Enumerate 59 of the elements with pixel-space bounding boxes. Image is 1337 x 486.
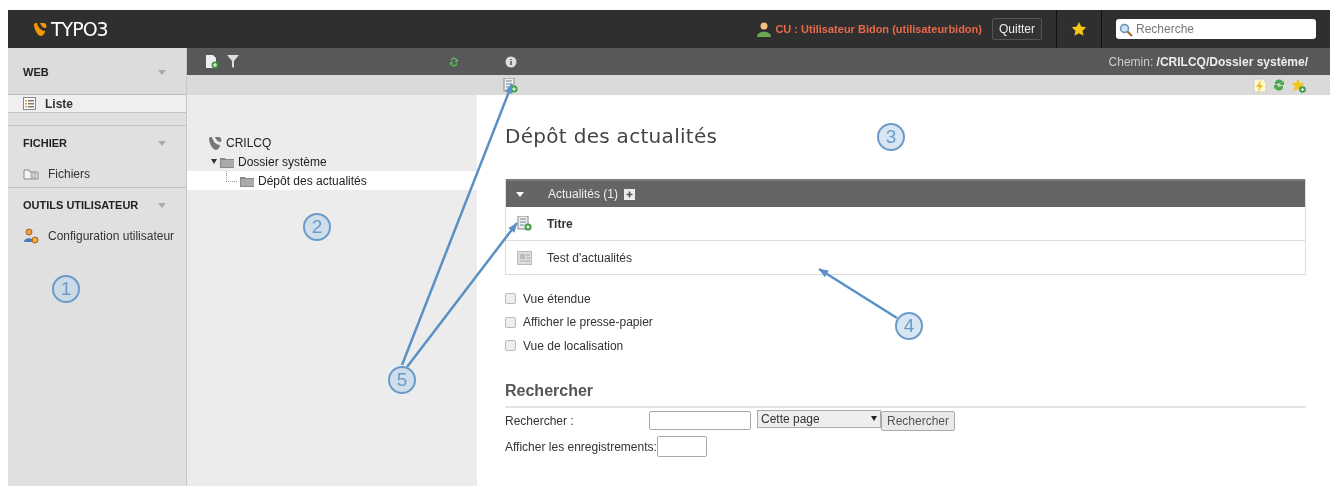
- caret-icon[interactable]: [158, 69, 166, 75]
- star-plus-icon[interactable]: [1291, 77, 1306, 93]
- new-page-icon[interactable]: [205, 54, 219, 69]
- tree-node[interactable]: Dossier système: [187, 152, 477, 171]
- search-field[interactable]: Recherche: [1116, 19, 1316, 39]
- logout-button[interactable]: Quitter: [992, 18, 1042, 40]
- table-title: Actualités (1): [548, 187, 619, 201]
- checkbox[interactable]: [505, 340, 516, 352]
- search-input[interactable]: [649, 411, 751, 430]
- page-lightning-icon[interactable]: [1253, 77, 1267, 93]
- site-icon: [207, 134, 223, 151]
- folder-icon: [240, 174, 255, 187]
- add-icon[interactable]: [624, 188, 636, 200]
- group-title[interactable]: FICHIER: [23, 137, 67, 149]
- field-label: Rechercher :: [505, 413, 575, 428]
- collapse-icon[interactable]: [516, 191, 524, 197]
- callout-number: 5: [388, 366, 416, 394]
- typo3-logo-icon: [32, 21, 48, 37]
- filter-icon[interactable]: [227, 55, 239, 68]
- checkbox[interactable]: [505, 293, 516, 305]
- checkbox-label: Afficher le presse-papier: [523, 315, 653, 330]
- logo-text: TYPO3: [51, 18, 108, 40]
- field-label: Afficher les enregistrements:: [505, 439, 657, 454]
- page-title: Dépôt des actualités: [505, 123, 718, 149]
- column-header: Titre: [547, 216, 573, 231]
- records-input[interactable]: [656, 436, 707, 457]
- module-item[interactable]: Configuration utilisateur: [8, 222, 186, 249]
- group-title[interactable]: WEB: [23, 66, 49, 78]
- table-cell: Test d'actualités: [547, 250, 632, 265]
- scope-dropdown[interactable]: Cette page: [757, 409, 881, 428]
- tree-node[interactable]: Dépôt des actualités: [187, 171, 477, 190]
- tree-node[interactable]: CRILCQ: [187, 133, 477, 152]
- callout-number: 3: [877, 123, 905, 151]
- callout-number: 2: [303, 213, 331, 241]
- group-title[interactable]: OUTILS UTILISATEUR: [23, 199, 139, 211]
- checkbox-label: Vue de localisation: [523, 338, 624, 353]
- section-heading: Rechercher: [505, 381, 1306, 408]
- info-icon[interactable]: [505, 55, 517, 68]
- search-button[interactable]: Rechercher: [881, 410, 956, 431]
- star-icon[interactable]: [1071, 21, 1087, 37]
- checkbox-label: Vue étendue: [523, 291, 591, 306]
- breadcrumb-path: Chemin: /CRILCQ/Dossier système/: [1108, 54, 1308, 69]
- user-name[interactable]: CU : Utilisateur Bidon (utilisateurbidon): [775, 23, 982, 35]
- folder-icon: [23, 167, 39, 180]
- checkbox[interactable]: [505, 316, 516, 328]
- list-icon: [23, 97, 36, 110]
- new-record-icon[interactable]: [517, 216, 532, 231]
- folder-icon: [220, 155, 235, 168]
- user-settings-icon: [23, 227, 39, 244]
- caret-icon[interactable]: [158, 140, 166, 146]
- refresh-icon[interactable]: [449, 55, 459, 68]
- callout-number: 4: [895, 312, 923, 340]
- module-item[interactable]: Fichiers: [8, 160, 186, 187]
- record-icon[interactable]: [517, 250, 532, 265]
- refresh-icon[interactable]: [1273, 78, 1285, 92]
- caret-icon[interactable]: [158, 202, 166, 208]
- module-item[interactable]: Liste: [8, 95, 186, 113]
- callout-number: 1: [52, 275, 80, 303]
- user-icon: [757, 21, 772, 37]
